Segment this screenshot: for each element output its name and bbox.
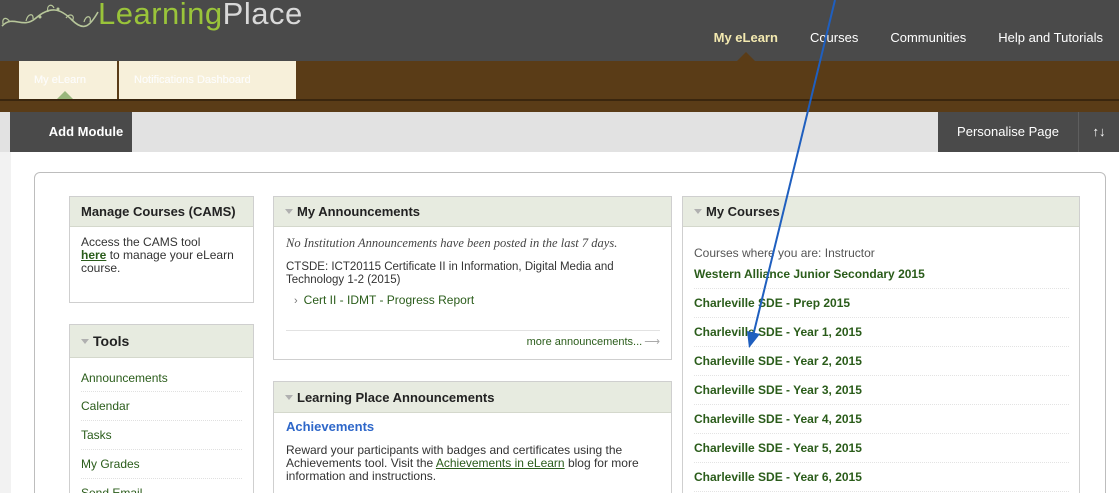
collapse-icon[interactable] [81, 338, 89, 344]
reorder-icon[interactable]: ↑↓ [1078, 112, 1119, 152]
topnav-communities[interactable]: Communities [874, 0, 982, 61]
my-announcements-title: My Announcements [297, 204, 421, 219]
logo-place: Place [222, 0, 303, 31]
logo-learning: Learning [98, 0, 223, 31]
manage-courses-body: Access the CAMS tool here to manage your… [70, 227, 253, 284]
my-announcements-module: My Announcements No Institution Announce… [273, 196, 672, 360]
announcement-link[interactable]: Cert II - IDMT - Progress Report [304, 293, 474, 307]
announcement-course: CTSDE: ICT20115 Certificate II in Inform… [286, 261, 614, 286]
topnav-courses[interactable]: Courses [794, 0, 874, 61]
my-announcements-body: No Institution Announcements have been p… [274, 227, 671, 316]
tool-tasks[interactable]: Tasks [81, 421, 242, 450]
tab-notifications-dashboard-label: Notifications Dashboard [134, 74, 251, 86]
tab-my-elearn-label: My eLearn [34, 74, 86, 86]
course-link[interactable]: Charleville SDE - Year 4, 2015 [694, 405, 1069, 434]
announcement-item[interactable]: › Cert II - IDMT - Progress Report [286, 293, 659, 307]
learning-place-announcements-title: Learning Place Announcements [297, 390, 495, 405]
course-link[interactable]: Charleville SDE - Year 6, 2015 [694, 463, 1069, 492]
learning-place-announcements-module: Learning Place Announcements Achievement… [273, 381, 672, 493]
cams-here-link[interactable]: here [81, 248, 106, 262]
tools-title: Tools [93, 333, 130, 349]
action-bar: Add Module Personalise Page ↑↓ [0, 112, 1119, 152]
vine-logo-icon [1, 4, 99, 28]
achievements-text: Reward your participants with badges and… [286, 444, 659, 483]
collapse-icon[interactable] [285, 209, 293, 215]
my-courses-body: Courses where you are: Instructor Wester… [683, 246, 1079, 492]
tool-send-email[interactable]: Send Email [81, 479, 242, 493]
topnav-help-and-tutorials[interactable]: Help and Tutorials [982, 0, 1119, 61]
tools-module: Tools Announcements Calendar Tasks My Gr… [69, 324, 254, 493]
add-module-button[interactable]: Add Module [10, 112, 132, 152]
more-announcements-link[interactable]: more announcements... ⟶ [286, 330, 660, 348]
course-link[interactable]: Western Alliance Junior Secondary 2015 [694, 260, 1069, 289]
tool-my-grades[interactable]: My Grades [81, 450, 242, 479]
top-header: LearningPlace My eLearn Courses Communit… [0, 0, 1119, 61]
my-courses-module: My Courses Courses where you are: Instru… [682, 196, 1080, 493]
my-courses-title: My Courses [706, 204, 780, 219]
course-link[interactable]: Charleville SDE - Year 3, 2015 [694, 376, 1069, 405]
achievements-in-elearn-link[interactable]: Achievements in eLearn [436, 456, 565, 470]
no-announcements-text: No Institution Announcements have been p… [286, 236, 618, 250]
course-link[interactable]: Charleville SDE - Year 5, 2015 [694, 434, 1069, 463]
courses-role-text: Courses where you are: Instructor [694, 246, 875, 260]
course-link[interactable]: Charleville SDE - Prep 2015 [694, 289, 1069, 318]
logo-text: LearningPlace [98, 0, 303, 32]
left-rail [0, 152, 11, 493]
tools-header[interactable]: Tools [70, 325, 253, 358]
course-link[interactable]: Charleville SDE - Year 1, 2015 [694, 318, 1069, 347]
my-announcements-header[interactable]: My Announcements [274, 197, 671, 227]
my-courses-header[interactable]: My Courses [683, 197, 1079, 227]
arrow-right-icon: ⟶ [644, 336, 660, 348]
tools-list: Announcements Calendar Tasks My Grades S… [70, 365, 253, 493]
active-tab-pointer-icon [57, 91, 73, 99]
achievements-heading[interactable]: Achievements [286, 419, 659, 434]
sub-navigation: My eLearn Notifications Dashboard [0, 61, 1119, 99]
course-link[interactable]: Charleville SDE - Year 2, 2015 [694, 347, 1069, 376]
learning-place-announcements-body: Achievements Reward your participants wi… [274, 413, 671, 489]
chevron-right-icon: › [294, 295, 298, 307]
tab-notifications-dashboard[interactable]: Notifications Dashboard [119, 61, 296, 99]
cams-text-before: Access the CAMS tool [81, 235, 201, 249]
collapse-icon[interactable] [694, 209, 702, 215]
top-navigation: My eLearn Courses Communities Help and T… [698, 0, 1119, 61]
manage-courses-title[interactable]: Manage Courses (CAMS) [70, 197, 253, 227]
header-divider [0, 99, 1119, 112]
tool-calendar[interactable]: Calendar [81, 392, 242, 421]
manage-courses-module: Manage Courses (CAMS) Access the CAMS to… [69, 196, 254, 303]
collapse-icon[interactable] [285, 395, 293, 401]
personalise-page-button[interactable]: Personalise Page [938, 112, 1078, 152]
learning-place-announcements-header[interactable]: Learning Place Announcements [274, 382, 671, 413]
topnav-my-elearn[interactable]: My eLearn [698, 0, 794, 61]
tool-announcements[interactable]: Announcements [81, 365, 242, 392]
more-announcements-label: more announcements... [526, 336, 643, 348]
